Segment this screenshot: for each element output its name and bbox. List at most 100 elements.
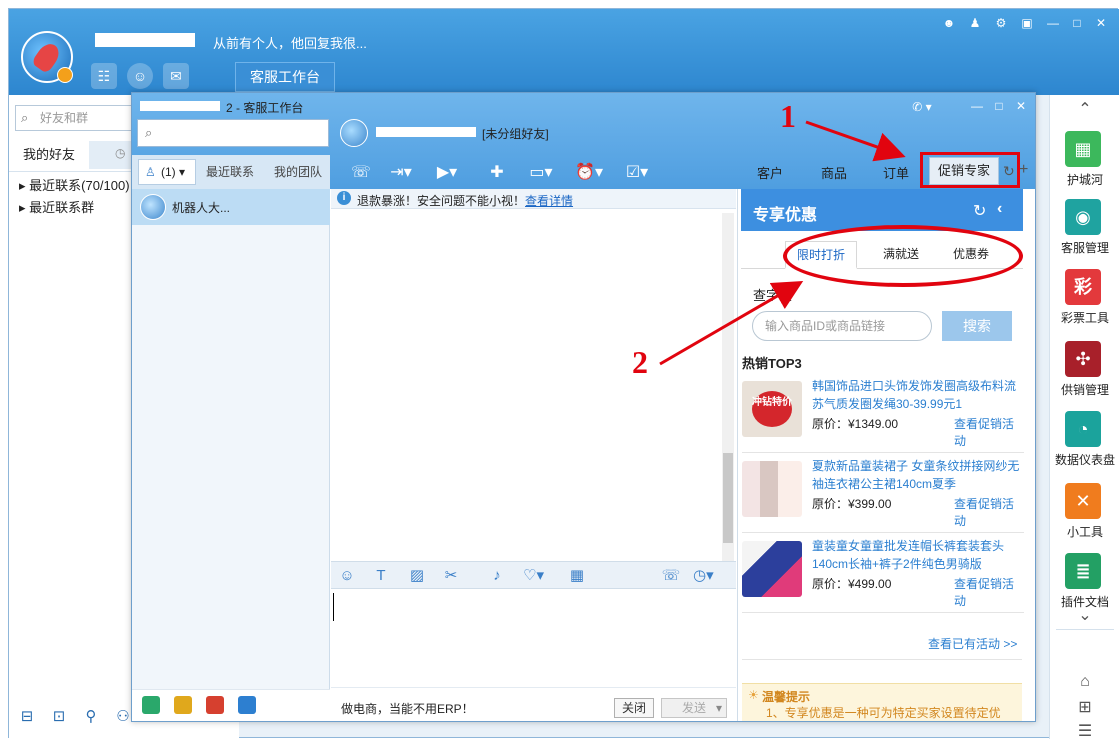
tab-order[interactable]: 订单 — [883, 163, 909, 182]
list-item[interactable]: 童装童女童童批发连帽长裤套装套头140cm长袖+裤子2件纯色男骑版 原价：¥49… — [742, 535, 1024, 613]
font-icon[interactable]: T — [371, 567, 391, 585]
transfer-icon[interactable]: ⇥▾ — [386, 163, 416, 183]
inbox-icon[interactable]: ⊟ — [17, 707, 37, 727]
mail-icon[interactable]: ✉ — [163, 63, 189, 89]
contact-card-icon[interactable]: ☷ — [91, 63, 117, 89]
view-promotion-link[interactable]: 查看促销活动 — [954, 415, 1024, 449]
chevron-down-icon[interactable]: ⌄ — [1076, 607, 1094, 625]
history-icon[interactable]: ◷▾ — [693, 567, 714, 585]
message-input[interactable] — [331, 589, 736, 687]
view-promotion-link[interactable]: 查看促销活动 — [954, 575, 1024, 609]
store-icon[interactable]: ⌂ — [1076, 673, 1094, 691]
gear-icon[interactable]: ⚙ — [993, 15, 1009, 31]
close-button[interactable]: 关闭 — [614, 698, 654, 718]
alarm-icon[interactable]: ⏰▾ — [574, 163, 604, 183]
list-item[interactable]: 冲钻特价 韩国饰品进口头饰发饰发圈高级布料流苏气质发圈发绳30-39.99元1 … — [742, 375, 1024, 453]
view-all-activities-link[interactable]: 查看已有活动 >> — [928, 635, 1017, 652]
plugin-docs-tile[interactable]: ≣ — [1065, 553, 1101, 589]
product-title[interactable]: 童装童女童童批发连帽长裤套装套头140cm长袖+裤子2件纯色男骑版 — [812, 537, 1024, 573]
refresh-icon[interactable]: ↻ — [973, 201, 986, 221]
tab-my-team[interactable]: 我的团队 — [274, 163, 322, 180]
input-toolbar: ☺ T ▨ ✂▾ ♪ ♡▾ ▦ ☏ ◷▾ — [331, 561, 736, 602]
tab-recent-contacts[interactable]: 最近联系 — [206, 163, 254, 180]
conversation-tabs: ♙ (1) ▾ 最近联系 我的团队 — [132, 155, 330, 189]
minimize-icon[interactable]: — — [1045, 15, 1061, 31]
plugin-lottery-tile[interactable]: 彩 — [1065, 269, 1101, 305]
calculator-icon[interactable]: ▦ — [567, 567, 587, 585]
plugin-label: 供销管理 — [1060, 383, 1109, 397]
ad-slogan[interactable]: 做电商，当能不用ERP！ — [341, 700, 474, 717]
quick-reply-icon[interactable]: ☏ — [346, 163, 376, 183]
tab-product[interactable]: 商品 — [821, 163, 847, 182]
screen-share-icon[interactable]: ▭▾ — [526, 163, 556, 183]
shop-icon[interactable] — [206, 696, 224, 714]
quick-phrase-icon[interactable]: ☏ — [661, 567, 681, 585]
product-image[interactable] — [742, 541, 802, 597]
sale-icon[interactable] — [238, 696, 256, 714]
list-item[interactable]: 夏款新品童装裙子 女童条纹拼接网纱无袖连衣裙公主裙140cm夏季 原价：¥399… — [742, 455, 1024, 533]
close-icon[interactable]: ✕ — [1093, 15, 1109, 31]
emoji-icon[interactable]: ☺ — [337, 567, 357, 585]
image-icon[interactable]: ▨ — [407, 567, 427, 585]
find-contact-icon[interactable]: ⚲ — [81, 707, 101, 727]
status-badge[interactable] — [57, 67, 73, 83]
minimize-icon[interactable]: — — [970, 99, 984, 113]
search-button[interactable]: 搜索 — [942, 311, 1012, 341]
tab-my-friends[interactable]: 我的好友 — [15, 141, 87, 169]
tab-current-contacts[interactable]: ♙ (1) ▾ — [138, 159, 196, 185]
list-item[interactable]: 机器人大... — [132, 189, 330, 225]
clock-icon: ◷ — [115, 146, 126, 160]
close-icon[interactable]: ✕ — [1014, 99, 1028, 113]
product-title[interactable]: 韩国饰品进口头饰发饰发圈高级布料流苏气质发圈发绳30-39.99元1 — [812, 377, 1024, 413]
calendar-check-icon[interactable]: ☑▾ — [622, 163, 652, 183]
message-box-icon[interactable]: ▣ — [1019, 15, 1035, 31]
contact-group-recent-groups[interactable]: ▸ 最近联系群 — [9, 197, 149, 219]
add-tab-icon[interactable]: + — [1019, 161, 1028, 179]
product-image[interactable] — [742, 461, 802, 517]
skin-icon[interactable]: ☻ — [941, 15, 957, 31]
bulb-icon: ☀ — [748, 688, 759, 702]
maximize-icon[interactable]: □ — [992, 99, 1006, 113]
coupon-icon[interactable] — [174, 696, 192, 714]
plugin-moat-tile[interactable]: ▦ — [1065, 131, 1101, 167]
contact-group-recent[interactable]: ▸ 最近联系(70/100) — [9, 175, 149, 197]
apps-grid-icon[interactable]: ⊞ — [1076, 699, 1094, 717]
plugin-supply-tile[interactable]: ✣ — [1065, 341, 1101, 377]
chat-history-icon[interactable]: ⊡ — [49, 707, 69, 727]
product-title[interactable]: 夏款新品童装裙子 女童条纹拼接网纱无袖连衣裙公主裙140cm夏季 — [812, 457, 1024, 493]
plugin-dashboard-tile[interactable]: ◔ — [1065, 411, 1101, 447]
list-menu-icon[interactable]: ☰ — [1076, 723, 1094, 741]
phone-dropdown-button[interactable]: ✆ ▾ — [900, 97, 944, 117]
view-promotion-link[interactable]: 查看促销活动 — [954, 495, 1024, 529]
user-status-text[interactable]: 从前有个人，他回复我很... — [213, 33, 367, 52]
annotation-highlight-box — [920, 152, 1020, 188]
tab-customer[interactable]: 客户 — [757, 163, 783, 182]
main-header: 从前有个人，他回复我很... ☷ ☺ ✉ 客服工作台 ☻ ♟ ⚙ ▣ — □ ✕ — [9, 9, 1119, 95]
scrollbar-thumb[interactable] — [723, 453, 733, 543]
add-chat-icon[interactable]: ✚ — [482, 163, 512, 183]
message-area[interactable] — [331, 209, 736, 559]
plugin-label: 彩票工具 — [1060, 311, 1109, 325]
workbench-tab[interactable]: 客服工作台 — [235, 62, 335, 92]
send-button[interactable]: 发送 ▾ — [661, 698, 727, 718]
robot-icon[interactable]: ☺ — [127, 63, 153, 89]
scissors-icon[interactable]: ✂▾ — [441, 567, 461, 602]
plugin-label: 小工具 — [1066, 525, 1103, 539]
gift-icon[interactable] — [142, 696, 160, 714]
plugin-tools-tile[interactable]: ✕ — [1065, 483, 1101, 519]
chevron-down-icon[interactable]: ▾ — [716, 699, 722, 717]
shake-icon[interactable]: ♪ — [487, 567, 507, 585]
maximize-icon[interactable]: □ — [1069, 15, 1085, 31]
plugin-cs-tile[interactable]: ◉ — [1065, 199, 1101, 235]
product-id-input[interactable]: 输入商品ID或商品链接 — [752, 311, 932, 341]
shirt-icon[interactable]: ♟ — [967, 15, 983, 31]
heart-icon[interactable]: ♡▾ — [523, 567, 544, 585]
conversation-search-input[interactable] — [137, 119, 329, 147]
add-friend-icon[interactable]: ⚇ — [113, 707, 133, 727]
peer-avatar[interactable] — [340, 119, 368, 147]
notice-details-link[interactable]: 查看详情 — [525, 194, 573, 208]
video-icon[interactable]: ▶▾ — [432, 163, 462, 183]
product-image[interactable]: 冲钻特价 — [742, 381, 802, 437]
collapse-icon[interactable]: ‹ — [997, 200, 1002, 218]
chevron-up-icon[interactable]: ⌃ — [1076, 101, 1094, 119]
